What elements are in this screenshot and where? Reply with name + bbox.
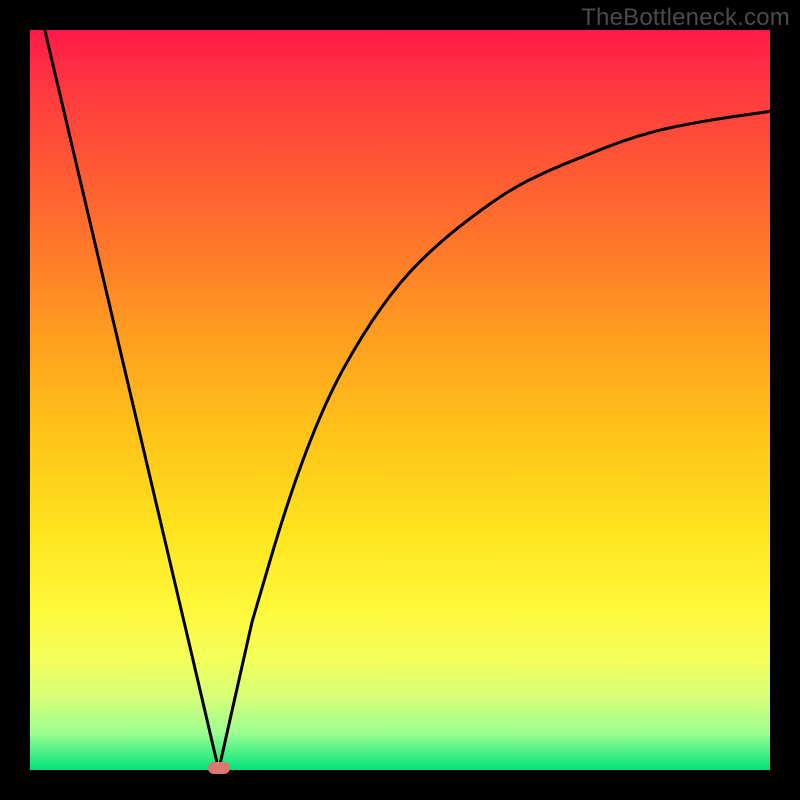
minimum-marker <box>208 762 230 774</box>
chart-frame: TheBottleneck.com <box>0 0 800 800</box>
watermark-text: TheBottleneck.com <box>581 4 790 32</box>
bottleneck-curve <box>45 30 770 770</box>
plot-area <box>30 30 770 770</box>
curve-svg <box>30 30 770 770</box>
